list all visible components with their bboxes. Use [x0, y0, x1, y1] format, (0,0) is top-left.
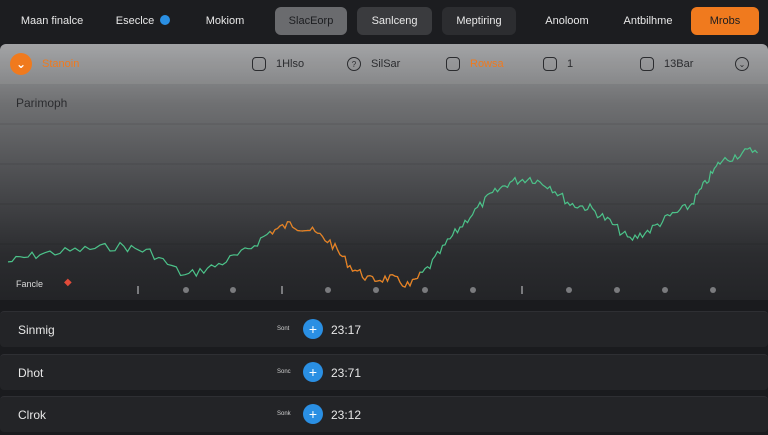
status-dot-icon: [160, 15, 171, 26]
timeline-dot[interactable]: [183, 287, 189, 293]
timeline-dot[interactable]: [566, 287, 572, 293]
row-name: Dhot: [18, 366, 44, 380]
timeline-dot[interactable]: [710, 287, 716, 293]
row-sub-label: Sont: [277, 326, 290, 332]
nav-eseclce-label: Eseclce: [115, 15, 155, 27]
timeline-dot[interactable]: [325, 287, 331, 293]
timeline-dot[interactable]: [662, 287, 668, 293]
timeline-dot[interactable]: [230, 287, 236, 293]
price-line-green: [7, 146, 758, 288]
timeline-dot[interactable]: [373, 287, 379, 293]
list-row[interactable]: Dhot Sonc + 23:71: [0, 354, 768, 390]
row-time: 23:17: [331, 323, 362, 337]
price-line-orange: [269, 221, 421, 288]
row-sub-label: Sonk: [277, 411, 291, 417]
nav-main-finance[interactable]: Maan finalce: [6, 7, 98, 35]
timeline-tick: [281, 286, 283, 294]
list-row[interactable]: Clrok Sonk + 23:12: [0, 396, 768, 432]
nav-antbilhme[interactable]: Antbilhme: [614, 7, 682, 35]
timeline-dot[interactable]: [470, 287, 476, 293]
timeline-dot[interactable]: [422, 287, 428, 293]
nav-mokiom[interactable]: Mokiom: [192, 7, 258, 35]
add-button[interactable]: +: [303, 319, 323, 339]
row-time: 23:71: [331, 366, 362, 380]
tab-slaceorp[interactable]: SlacEorp: [275, 7, 347, 35]
cta-button[interactable]: Mrobs: [691, 7, 759, 35]
row-time: 23:12: [331, 408, 362, 422]
chart-panel: ⌄ Stanoin 1Hlso ? SilSar Rowsa 1 13Bar ⌄ …: [0, 44, 768, 300]
timeline-tick: [137, 286, 139, 294]
alert-icon[interactable]: ◆: [64, 278, 74, 288]
footer-label: Fancle: [16, 279, 44, 289]
timeline-dot[interactable]: [614, 287, 620, 293]
list-row[interactable]: Sinmig Sont + 23:17: [0, 311, 768, 347]
nav-eseclce[interactable]: Eseclce: [108, 7, 178, 35]
nav-anoloom[interactable]: Anoloom: [536, 7, 598, 35]
row-name: Clrok: [18, 408, 47, 422]
row-sub-label: Sonc: [277, 369, 291, 375]
line-chart: [0, 123, 768, 288]
top-navigation-bar: Maan finalce Eseclce Mokiom SlacEorp San…: [0, 0, 768, 44]
tab-meptiring[interactable]: Meptiring: [442, 7, 516, 35]
tab-sanlceng[interactable]: Sanlceng: [357, 7, 432, 35]
timeline-tick: [521, 286, 523, 294]
add-button[interactable]: +: [303, 404, 323, 424]
row-name: Sinmig: [18, 323, 55, 337]
add-button[interactable]: +: [303, 362, 323, 382]
